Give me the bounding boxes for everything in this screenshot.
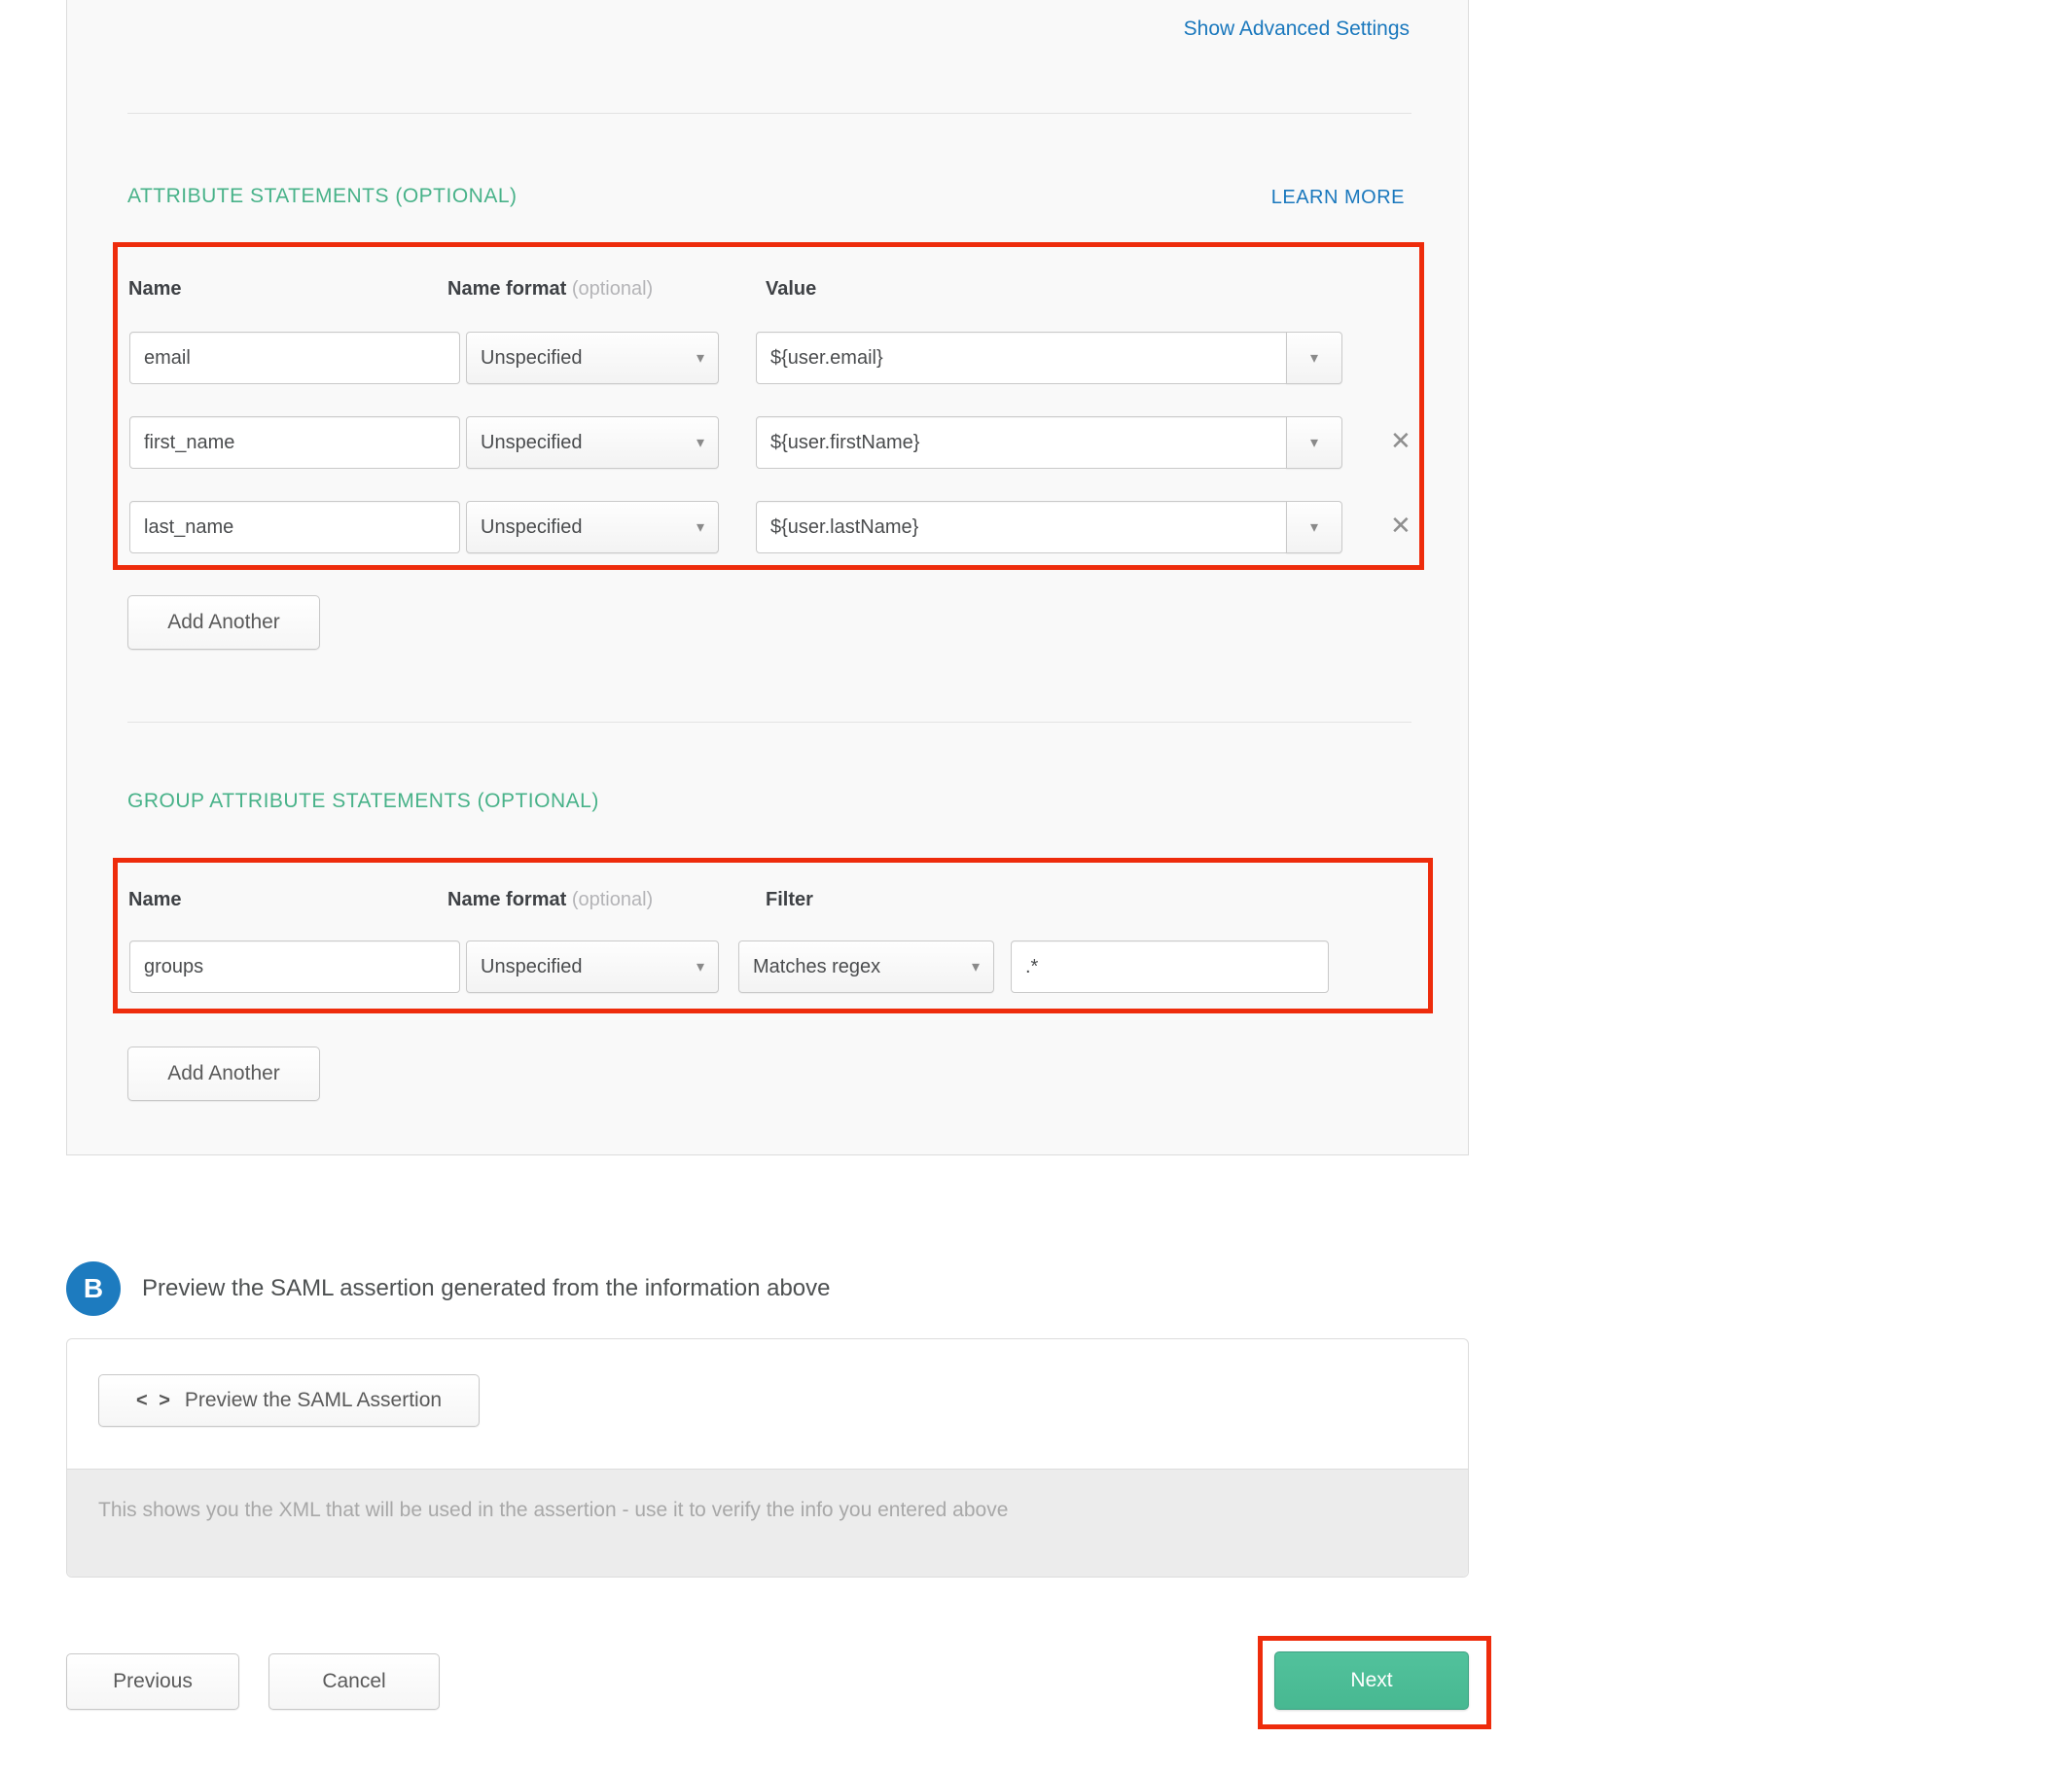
- name-format-selected-value: Unspecified: [481, 956, 583, 978]
- attribute-row: Unspecified ▾ ▾ ✕: [67, 501, 1470, 553]
- saml-settings-page: Show Advanced Settings ATTRIBUTE STATEME…: [0, 0, 2072, 1774]
- attribute-statements-title: ATTRIBUTE STATEMENTS (OPTIONAL): [127, 185, 518, 208]
- attribute-row: Unspecified ▾ ▾: [67, 332, 1470, 384]
- name-format-column-header: Name format (optional): [447, 278, 653, 301]
- attribute-value-input[interactable]: [756, 501, 1287, 553]
- preview-assertion-card: < > Preview the SAML Assertion This show…: [66, 1338, 1469, 1578]
- next-button[interactable]: Next: [1274, 1651, 1469, 1710]
- divider: [127, 113, 1411, 114]
- preview-saml-assertion-button[interactable]: < > Preview the SAML Assertion: [98, 1374, 480, 1427]
- value-dropdown-button[interactable]: ▾: [1286, 501, 1342, 553]
- attribute-name-input[interactable]: [129, 501, 460, 553]
- name-format-select[interactable]: Unspecified ▾: [466, 332, 719, 384]
- chevron-down-icon: ▾: [1310, 433, 1318, 452]
- add-another-button[interactable]: Add Another: [127, 1047, 320, 1101]
- add-another-button[interactable]: Add Another: [127, 595, 320, 650]
- remove-row-icon[interactable]: ✕: [1390, 513, 1411, 538]
- group-attribute-statements-title: GROUP ATTRIBUTE STATEMENTS (OPTIONAL): [127, 790, 599, 813]
- learn-more-link[interactable]: LEARN MORE: [1271, 187, 1405, 209]
- divider: [127, 722, 1411, 723]
- name-format-selected-value: Unspecified: [481, 516, 583, 539]
- step-b-heading: Preview the SAML assertion generated fro…: [142, 1275, 830, 1302]
- filter-column-header: Filter: [766, 889, 813, 911]
- attribute-value-input[interactable]: [756, 416, 1287, 469]
- value-column-header: Value: [766, 278, 816, 301]
- show-advanced-settings-link[interactable]: Show Advanced Settings: [1184, 18, 1410, 41]
- filter-type-selected-value: Matches regex: [753, 956, 880, 978]
- attribute-name-input[interactable]: [129, 416, 460, 469]
- name-format-select[interactable]: Unspecified ▾: [466, 416, 719, 469]
- attribute-value-input[interactable]: [756, 332, 1287, 384]
- filter-value-input[interactable]: [1011, 940, 1329, 993]
- name-format-select[interactable]: Unspecified ▾: [466, 501, 719, 553]
- attribute-name-input[interactable]: [129, 332, 460, 384]
- saml-settings-card: Show Advanced Settings ATTRIBUTE STATEME…: [66, 0, 1469, 1155]
- filter-type-select[interactable]: Matches regex ▾: [738, 940, 994, 993]
- chevron-down-icon: ▾: [1310, 517, 1318, 537]
- value-dropdown-button[interactable]: ▾: [1286, 416, 1342, 469]
- chevron-down-icon: ▾: [697, 348, 704, 368]
- attribute-row: Unspecified ▾ ▾ ✕: [67, 416, 1470, 469]
- code-brackets-icon: < >: [136, 1390, 173, 1412]
- remove-row-icon[interactable]: ✕: [1390, 428, 1411, 453]
- chevron-down-icon: ▾: [1310, 348, 1318, 368]
- cancel-button[interactable]: Cancel: [268, 1653, 440, 1710]
- step-b-badge: B: [66, 1261, 121, 1316]
- preview-help-text: This shows you the XML that will be used…: [98, 1499, 1008, 1522]
- preview-help-footer: This shows you the XML that will be used…: [67, 1469, 1468, 1577]
- group-name-input[interactable]: [129, 940, 460, 993]
- name-format-column-header: Name format (optional): [447, 889, 653, 911]
- name-format-selected-value: Unspecified: [481, 432, 583, 454]
- group-attribute-row: Unspecified ▾ Matches regex ▾: [67, 940, 1470, 993]
- name-format-selected-value: Unspecified: [481, 347, 583, 370]
- chevron-down-icon: ▾: [697, 433, 704, 452]
- chevron-down-icon: ▾: [972, 957, 980, 976]
- chevron-down-icon: ▾: [697, 957, 704, 976]
- previous-button[interactable]: Previous: [66, 1653, 239, 1710]
- name-format-select[interactable]: Unspecified ▾: [466, 940, 719, 993]
- chevron-down-icon: ▾: [697, 517, 704, 537]
- name-column-header: Name: [128, 889, 181, 911]
- value-dropdown-button[interactable]: ▾: [1286, 332, 1342, 384]
- name-column-header: Name: [128, 278, 181, 301]
